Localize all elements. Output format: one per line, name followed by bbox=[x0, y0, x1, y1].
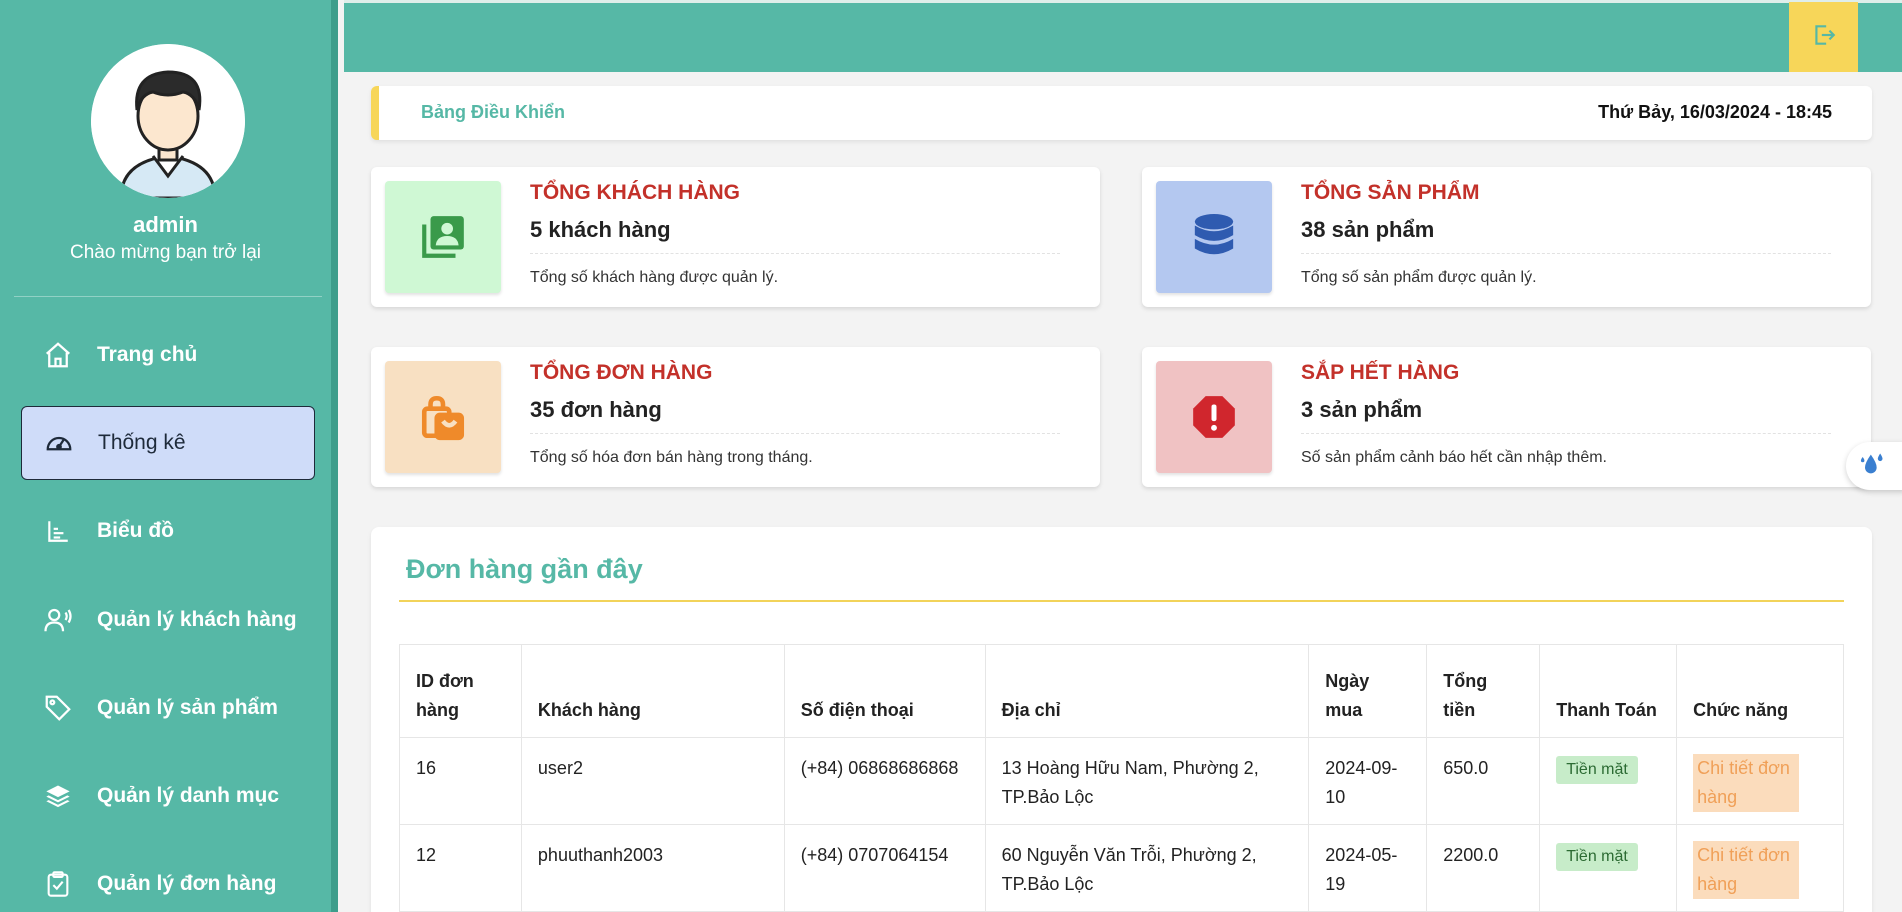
top-bar bbox=[344, 0, 1902, 72]
address: 60 Nguyễn Văn Trỗi, Phường 2, TP.Bảo Lộc bbox=[984, 824, 1310, 912]
stat-card-customers: TỔNG KHÁCH HÀNG 5 khách hàng Tổng số khá… bbox=[371, 167, 1100, 307]
purchase-date: 2024-05-19 bbox=[1308, 824, 1428, 912]
welcome-text: Chào mừng bạn trở lại bbox=[70, 242, 261, 263]
water-drop-icon bbox=[1858, 450, 1886, 483]
title-underline bbox=[399, 600, 1844, 602]
card-title: SẮP HẾT HÀNG bbox=[1301, 361, 1460, 384]
breadcrumb: Bảng Điều Khiển bbox=[421, 102, 566, 122]
card-value: 3 sản phẩm bbox=[1301, 397, 1423, 422]
recent-orders-panel: Đơn hàng gần đây ID đơn hàng Khách hàng … bbox=[371, 527, 1872, 912]
sidebar-item-label: Quản lý đơn hàng bbox=[97, 872, 277, 895]
user-voice-icon bbox=[41, 603, 75, 637]
sidebar: admin Chào mừng bạn trở lại Trang chủ Th… bbox=[0, 0, 338, 912]
column-header: Tổng tiền bbox=[1426, 644, 1541, 738]
card-value: 5 khách hàng bbox=[530, 217, 671, 242]
sidebar-item-orders[interactable]: Quản lý đơn hàng bbox=[21, 847, 315, 912]
clipboard-check-icon bbox=[41, 867, 75, 901]
card-value: 35 đơn hàng bbox=[530, 397, 662, 422]
contacts-icon bbox=[385, 181, 501, 293]
column-header: Chức năng bbox=[1676, 644, 1844, 738]
layers-icon bbox=[41, 779, 75, 813]
logout-icon bbox=[1811, 22, 1837, 53]
column-header: Ngày mua bbox=[1308, 644, 1428, 738]
card-divider bbox=[530, 253, 1060, 254]
sidebar-item-label: Biểu đồ bbox=[97, 519, 174, 542]
sidebar-divider bbox=[14, 296, 322, 297]
sidebar-item-categories[interactable]: Quản lý danh mục bbox=[21, 759, 315, 833]
orders-table: ID đơn hàng Khách hàng Số điện thoại Địa… bbox=[399, 644, 1844, 912]
sidebar-item-products[interactable]: Quản lý sản phẩm bbox=[21, 671, 315, 745]
column-header: Khách hàng bbox=[520, 644, 785, 738]
address: 13 Hoàng Hữu Nam, Phường 2, TP.Bảo Lộc bbox=[984, 737, 1310, 825]
stat-card-products: TỔNG SẢN PHẨM 38 sản phẩm Tổng số sản ph… bbox=[1142, 167, 1871, 307]
action-cell: Chi tiết đơn hàng bbox=[1676, 824, 1844, 912]
card-divider bbox=[530, 433, 1060, 434]
sidebar-item-home[interactable]: Trang chủ bbox=[21, 318, 315, 392]
phone-number: (+84) 06868686868 bbox=[783, 737, 986, 825]
sidebar-item-label: Thống kê bbox=[98, 431, 186, 454]
logout-button[interactable] bbox=[1789, 2, 1858, 72]
order-id: 16 bbox=[399, 737, 522, 825]
card-description: Tổng số khách hàng được quản lý. bbox=[530, 269, 779, 286]
current-datetime: Thứ Bảy, 16/03/2024 - 18:45 bbox=[1598, 102, 1832, 122]
database-icon bbox=[1156, 181, 1272, 293]
purchase-date: 2024-09-10 bbox=[1308, 737, 1428, 825]
warning-octagon-icon bbox=[1156, 361, 1272, 473]
card-description: Số sản phẩm cảnh báo hết cần nhập thêm. bbox=[1301, 449, 1607, 466]
card-description: Tổng số hóa đơn bán hàng trong tháng. bbox=[530, 449, 813, 466]
total-amount: 2200.0 bbox=[1426, 824, 1541, 912]
column-header: Thanh Toán bbox=[1539, 644, 1678, 738]
theme-toggle-button[interactable] bbox=[1846, 442, 1902, 490]
breadcrumb-bar: Bảng Điều Khiển Thứ Bảy, 16/03/2024 - 18… bbox=[371, 86, 1872, 140]
customer-name: user2 bbox=[520, 737, 785, 825]
tag-icon bbox=[41, 691, 75, 725]
card-description: Tổng số sản phẩm được quản lý. bbox=[1301, 269, 1537, 286]
table-row: 16 user2 (+84) 06868686868 13 Hoàng Hữu … bbox=[399, 737, 1844, 825]
card-title: TỔNG ĐƠN HÀNG bbox=[530, 361, 713, 384]
card-title: TỔNG SẢN PHẨM bbox=[1301, 181, 1480, 204]
home-icon bbox=[41, 338, 75, 372]
user-name: admin bbox=[133, 212, 198, 237]
sidebar-item-label: Quản lý danh mục bbox=[97, 784, 280, 807]
sidebar-item-label: Quản lý sản phẩm bbox=[97, 696, 278, 719]
column-header: Địa chỉ bbox=[984, 644, 1310, 738]
order-detail-button[interactable]: Chi tiết đơn hàng bbox=[1693, 754, 1800, 812]
order-id: 12 bbox=[399, 824, 522, 912]
stat-card-low-stock: SẮP HẾT HÀNG 3 sản phẩm Số sản phẩm cảnh… bbox=[1142, 347, 1871, 487]
sidebar-item-label: Quản lý khách hàng bbox=[97, 608, 297, 631]
card-divider bbox=[1301, 253, 1831, 254]
sidebar-item-customers[interactable]: Quản lý khách hàng bbox=[21, 583, 315, 657]
column-header: ID đơn hàng bbox=[399, 644, 522, 738]
stat-card-orders: TỔNG ĐƠN HÀNG 35 đơn hàng Tổng số hóa đơ… bbox=[371, 347, 1100, 487]
recent-orders-title: Đơn hàng gần đây bbox=[406, 554, 643, 584]
customer-name: phuuthanh2003 bbox=[520, 824, 785, 912]
payment-cell: Tiền mặt bbox=[1539, 737, 1678, 825]
bar-chart-icon bbox=[41, 514, 75, 548]
sidebar-item-label: Trang chủ bbox=[97, 343, 198, 366]
payment-cell: Tiền mặt bbox=[1539, 824, 1678, 912]
order-detail-button[interactable]: Chi tiết đơn hàng bbox=[1693, 841, 1800, 899]
action-cell: Chi tiết đơn hàng bbox=[1676, 737, 1844, 825]
card-value: 38 sản phẩm bbox=[1301, 217, 1435, 242]
column-header: Số điện thoại bbox=[783, 644, 986, 738]
table-row: 12 phuuthanh2003 (+84) 0707064154 60 Ngu… bbox=[399, 824, 1844, 912]
dashboard-gauge-icon bbox=[42, 426, 76, 460]
shopping-bag-icon bbox=[385, 361, 501, 473]
card-divider bbox=[1301, 433, 1831, 434]
phone-number: (+84) 0707064154 bbox=[783, 824, 986, 912]
avatar bbox=[91, 44, 245, 198]
sidebar-item-chart[interactable]: Biểu đồ bbox=[21, 494, 315, 568]
total-amount: 650.0 bbox=[1426, 737, 1541, 825]
payment-badge: Tiền mặt bbox=[1556, 843, 1638, 871]
payment-badge: Tiền mặt bbox=[1556, 756, 1638, 784]
table-header-row: ID đơn hàng Khách hàng Số điện thoại Địa… bbox=[399, 644, 1844, 738]
sidebar-item-statistics[interactable]: Thống kê bbox=[21, 406, 315, 480]
card-title: TỔNG KHÁCH HÀNG bbox=[530, 181, 740, 204]
